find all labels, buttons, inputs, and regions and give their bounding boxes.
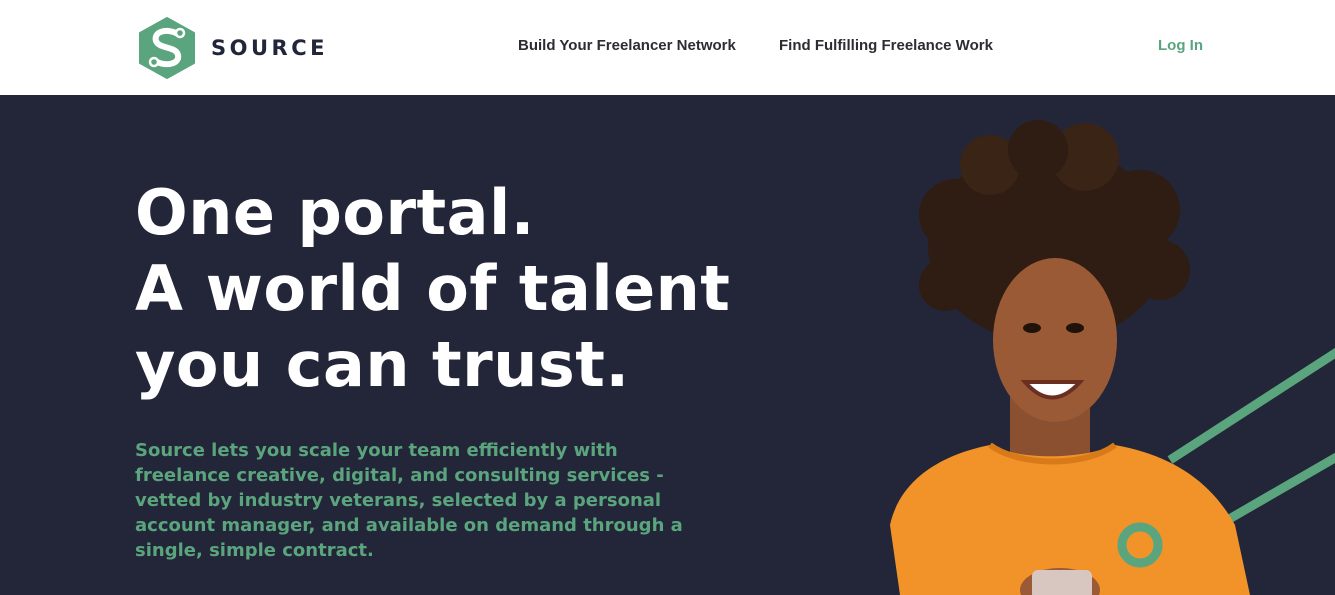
- nav-build-network-link[interactable]: Build Your Freelancer Network: [518, 37, 736, 54]
- nav-find-work-link[interactable]: Find Fulfilling Freelance Work: [779, 37, 993, 54]
- headline-line-1: One portal.: [135, 176, 535, 249]
- hero-headline: One portal. A world of talent you can tr…: [135, 175, 815, 403]
- logo-link[interactable]: SOURCE: [138, 17, 338, 79]
- hero-section: One portal. A world of talent you can tr…: [0, 95, 1335, 595]
- site-header: SOURCE Build Your Freelancer Network Fin…: [0, 0, 1335, 95]
- hero-portrait-image: [890, 120, 1335, 595]
- login-link[interactable]: Log In: [1158, 37, 1203, 54]
- source-hexagon-logo-icon: [139, 17, 195, 79]
- logo-wordmark: SOURCE: [211, 36, 328, 60]
- headline-line-2: A world of talent: [135, 252, 731, 325]
- headline-line-3: you can trust.: [135, 328, 630, 401]
- hero-description: Source lets you scale your team efficien…: [135, 440, 683, 561]
